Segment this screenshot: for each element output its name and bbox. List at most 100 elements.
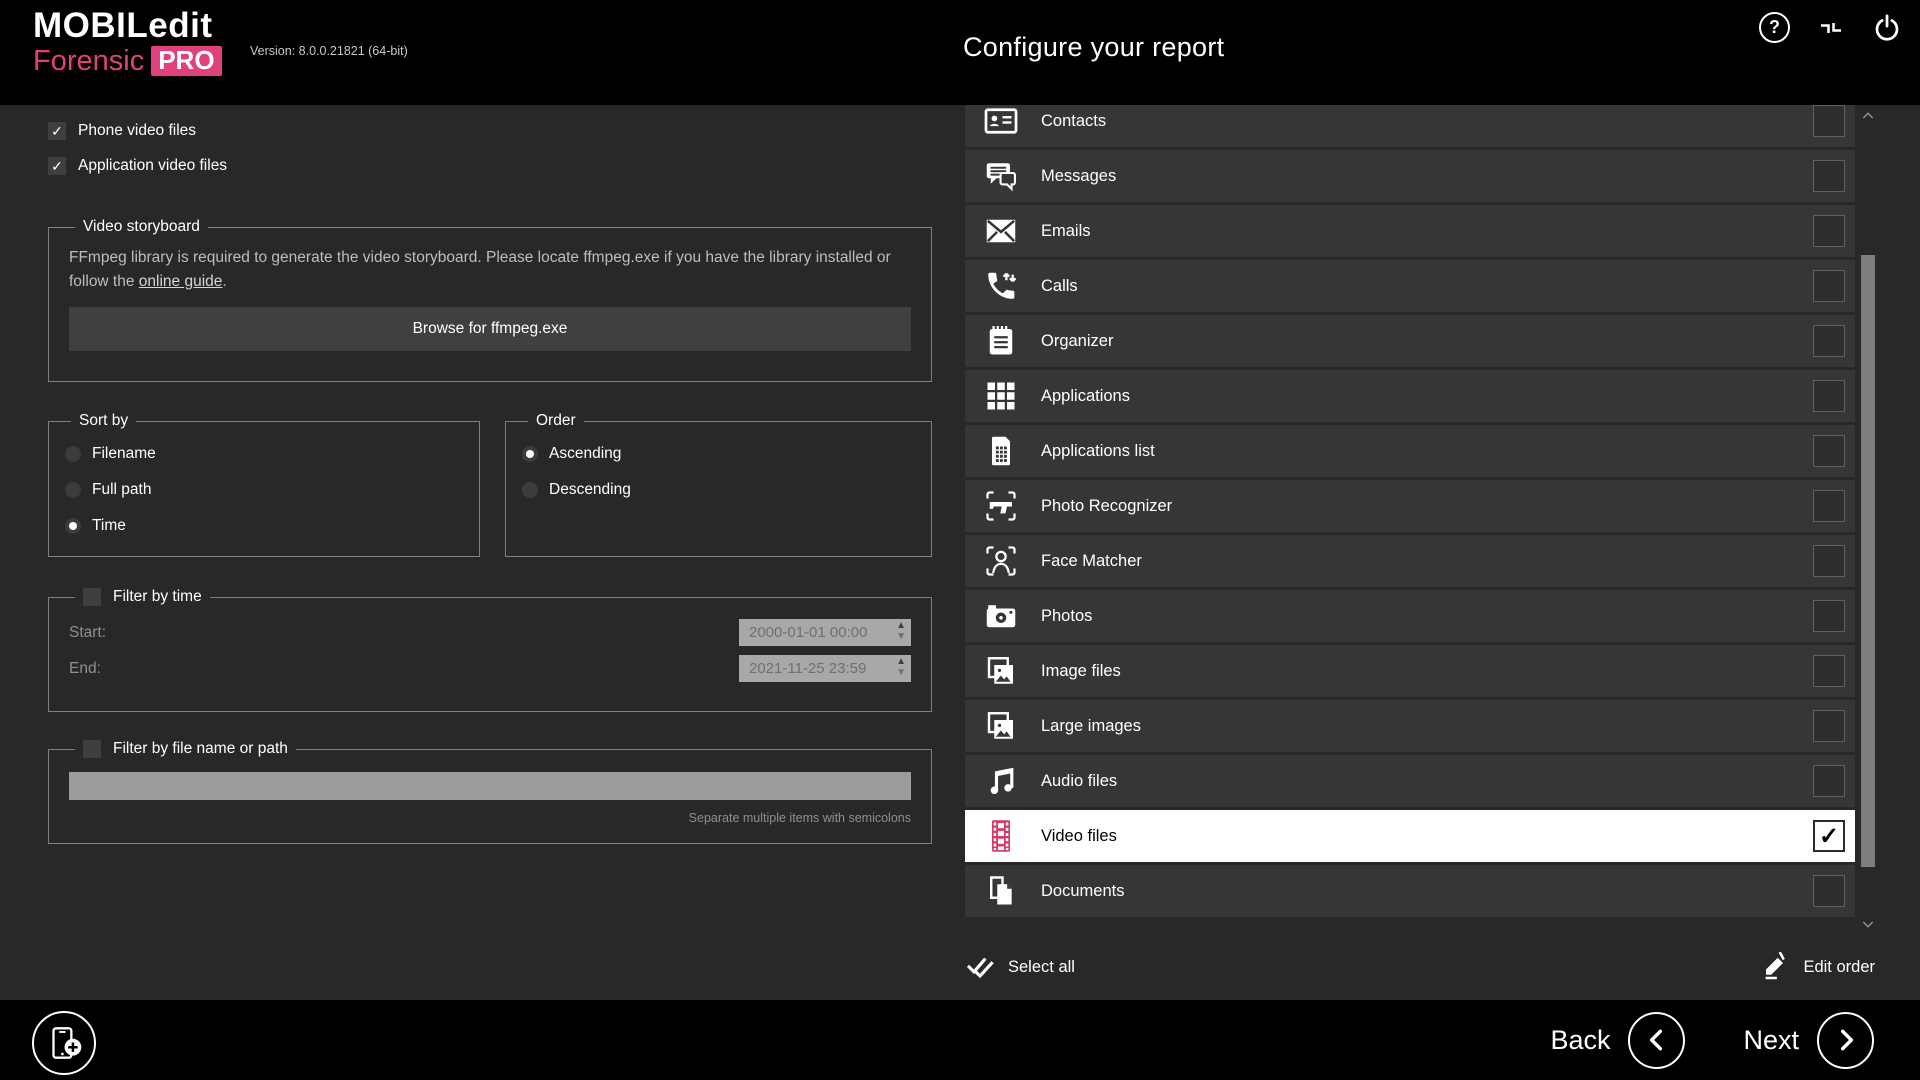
power-icon[interactable] <box>1872 13 1902 43</box>
browse-ffmpeg-button[interactable]: Browse for ffmpeg.exe <box>69 307 911 351</box>
filter-name-input[interactable] <box>69 772 911 800</box>
report-item-checkbox[interactable] <box>1813 105 1845 137</box>
edit-order-label: Edit order <box>1803 958 1875 977</box>
filter-time-legend: Filter by time <box>113 588 202 606</box>
report-item-label: Audio files <box>1041 772 1117 791</box>
edit-order-button[interactable]: Edit order <box>1760 952 1875 982</box>
emails-icon <box>983 213 1019 249</box>
report-item-checkbox[interactable] <box>1813 270 1845 302</box>
app-window: MOBILedit Forensic PRO Version: 8.0.0.21… <box>0 0 1920 1080</box>
next-button-label[interactable]: Next <box>1743 1025 1799 1056</box>
next-button[interactable] <box>1817 1012 1874 1069</box>
applications-list-icon <box>983 433 1019 469</box>
report-item-checkbox[interactable] <box>1813 655 1845 687</box>
report-list-item[interactable]: Video files ✓ <box>965 810 1855 862</box>
report-list-item[interactable]: Image files <box>965 645 1855 697</box>
image-files-icon <box>983 653 1019 689</box>
report-item-label: Photos <box>1041 607 1092 626</box>
checkbox-checked-icon: ✓ <box>48 122 66 140</box>
resize-icon[interactable] <box>1816 13 1846 43</box>
application-video-files-checkbox[interactable]: ✓ Application video files <box>48 157 227 175</box>
semicolons-hint: Separate multiple items with semicolons <box>69 811 911 825</box>
radio-selected-icon <box>522 446 538 462</box>
end-datetime-field[interactable]: 2021-11-25 23:59 ▲▼ <box>739 655 911 682</box>
report-item-checkbox[interactable] <box>1813 325 1845 357</box>
filter-name-legend: Filter by file name or path <box>113 740 288 758</box>
radio-label: Full path <box>92 481 151 499</box>
report-item-checkbox[interactable] <box>1813 545 1845 577</box>
list-footer: Select all Edit order <box>965 945 1875 989</box>
report-item-label: Organizer <box>1041 332 1113 351</box>
large-images-icon <box>983 708 1019 744</box>
storyboard-text: FFmpeg library is required to generate t… <box>69 246 911 294</box>
logo-forensic: Forensic <box>33 47 144 76</box>
sort-time-radio[interactable]: Time <box>65 508 463 544</box>
order-ascending-radio[interactable]: Ascending <box>522 436 915 472</box>
report-item-label: Calls <box>1041 277 1078 296</box>
report-item-checkbox[interactable] <box>1813 490 1845 522</box>
start-datetime-value: 2000-01-01 00:00 <box>749 624 867 641</box>
add-phone-button[interactable] <box>32 1011 96 1075</box>
checkbox-checked-icon: ✓ <box>48 157 66 175</box>
sort-by-group: Sort by Filename Full path Time <box>48 412 480 557</box>
report-list-item[interactable]: Face Matcher <box>965 535 1855 587</box>
report-list: Contacts Messages Emails Calls Organizer… <box>965 105 1855 920</box>
report-item-label: Applications list <box>1041 442 1155 461</box>
report-list-item[interactable]: Applications list <box>965 425 1855 477</box>
report-list-item[interactable]: Photos <box>965 590 1855 642</box>
order-descending-radio[interactable]: Descending <box>522 472 915 508</box>
select-all-button[interactable]: Select all <box>965 952 1075 982</box>
report-item-checkbox[interactable] <box>1813 710 1845 742</box>
report-item-checkbox[interactable] <box>1813 600 1845 632</box>
face-matcher-icon <box>983 543 1019 579</box>
report-list-item[interactable]: Audio files <box>965 755 1855 807</box>
report-list-item[interactable]: Applications <box>965 370 1855 422</box>
report-item-checkbox[interactable]: ✓ <box>1813 820 1845 852</box>
report-list-item[interactable]: Emails <box>965 205 1855 257</box>
report-item-checkbox[interactable] <box>1813 380 1845 412</box>
report-list-item[interactable]: Photo Recognizer <box>965 480 1855 532</box>
report-list-item[interactable]: Messages <box>965 150 1855 202</box>
video-storyboard-group: Video storyboard FFmpeg library is requi… <box>48 218 932 382</box>
sort-fullpath-radio[interactable]: Full path <box>65 472 463 508</box>
report-item-checkbox[interactable] <box>1813 215 1845 247</box>
checkbox-label: Phone video files <box>78 122 196 140</box>
back-button-label[interactable]: Back <box>1550 1025 1610 1056</box>
scroll-up-icon[interactable] <box>1858 105 1878 127</box>
report-item-checkbox[interactable] <box>1813 765 1845 797</box>
page-title: Configure your report <box>963 32 1224 63</box>
spinner-arrows-icon[interactable]: ▲▼ <box>896 656 906 678</box>
sort-filename-radio[interactable]: Filename <box>65 436 463 472</box>
spinner-arrows-icon[interactable]: ▲▼ <box>896 620 906 642</box>
messages-icon <box>983 158 1019 194</box>
filter-by-time-group: Filter by time Start: 2000-01-01 00:00 ▲… <box>48 588 932 712</box>
report-item-checkbox[interactable] <box>1813 875 1845 907</box>
radio-selected-icon <box>65 518 81 534</box>
scrollbar-thumb[interactable] <box>1861 255 1875 867</box>
report-list-item[interactable]: Large images <box>965 700 1855 752</box>
back-button[interactable] <box>1628 1012 1685 1069</box>
filter-name-checkbox[interactable] <box>83 740 101 758</box>
top-bar: MOBILedit Forensic PRO Version: 8.0.0.21… <box>0 0 1920 105</box>
online-guide-link[interactable]: online guide <box>139 273 223 290</box>
report-item-checkbox[interactable] <box>1813 435 1845 467</box>
help-icon[interactable]: ? <box>1759 12 1790 43</box>
app-logo: MOBILedit Forensic PRO <box>33 8 222 76</box>
report-list-item[interactable]: Documents <box>965 865 1855 917</box>
filter-time-checkbox[interactable] <box>83 588 101 606</box>
report-item-checkbox[interactable] <box>1813 160 1845 192</box>
report-list-item[interactable]: Contacts <box>965 105 1855 147</box>
scroll-down-icon[interactable] <box>1858 913 1878 935</box>
phone-video-files-checkbox[interactable]: ✓ Phone video files <box>48 122 196 140</box>
report-list-item[interactable]: Calls <box>965 260 1855 312</box>
radio-label: Filename <box>92 445 156 463</box>
photos-icon <box>983 598 1019 634</box>
start-label: Start: <box>69 624 106 642</box>
checkbox-label: Application video files <box>78 157 227 175</box>
start-datetime-field[interactable]: 2000-01-01 00:00 ▲▼ <box>739 619 911 646</box>
radio-label: Time <box>92 517 126 535</box>
organizer-icon <box>983 323 1019 359</box>
report-list-item[interactable]: Organizer <box>965 315 1855 367</box>
radio-icon <box>65 482 81 498</box>
select-all-icon <box>965 952 995 982</box>
